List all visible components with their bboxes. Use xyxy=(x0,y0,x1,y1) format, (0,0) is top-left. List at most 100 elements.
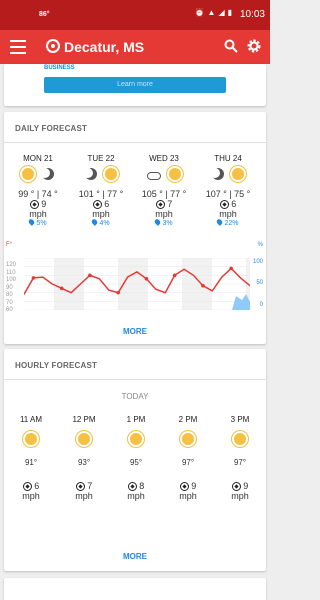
precip-chance: 4% xyxy=(99,220,110,228)
day-column[interactable]: MON 21 99 ° | 74 ° 9 mph 5% xyxy=(8,154,68,227)
promo-card: BUSINESS Learn more xyxy=(4,64,266,106)
hourly-forecast-card: HOURLY FORECAST TODAY 11 AM 91° 6 mph 12… xyxy=(4,349,266,571)
wind-direction-icon xyxy=(219,200,229,210)
wind-direction-icon xyxy=(92,200,102,210)
wind-unit: mph xyxy=(92,209,110,220)
day-name: THU 24 xyxy=(214,154,242,163)
hour-temp: 97° xyxy=(181,458,195,467)
wifi-icon: ◢ xyxy=(218,8,225,17)
y-axis-labels: 120 110 100 90 80 70 60 xyxy=(6,262,16,315)
hour-column[interactable]: 3 PM 97° 9 mph xyxy=(216,415,264,501)
daily-more-button[interactable]: MORE xyxy=(4,327,266,336)
hour-temp: 91° xyxy=(24,458,38,467)
hour-column[interactable]: 2 PM 97° 9 mph xyxy=(164,415,212,501)
wind-unit: mph xyxy=(219,209,237,220)
hour-column[interactable]: 1 PM 95° 8 mph xyxy=(112,415,160,501)
partly-sunny-icon xyxy=(232,168,245,180)
temperature-point xyxy=(144,277,149,281)
sunny-icon xyxy=(234,433,246,445)
location-title[interactable]: Decatur, MS xyxy=(64,39,144,55)
wind-direction-icon xyxy=(127,482,137,492)
status-icons: ⏰ ▲ ◢ ▮ xyxy=(195,8,232,17)
temperature-point xyxy=(88,273,92,278)
hour-column[interactable]: 12 PM 93° 7 mph xyxy=(60,415,108,501)
daily-temperature-graph xyxy=(24,258,250,310)
temperature-point xyxy=(116,290,120,295)
status-time: 10:03 xyxy=(239,9,265,20)
hour-temp: 97° xyxy=(233,458,247,467)
day-temps: 107 ° | 75 ° xyxy=(205,189,251,199)
hourly-forecast-title: HOURLY FORECAST xyxy=(15,361,98,370)
wind-direction-icon xyxy=(29,200,39,210)
wind-speed: 9 xyxy=(41,199,47,209)
signal-icon: ▲ xyxy=(207,8,216,17)
battery-icon: ▮ xyxy=(227,8,232,17)
y-tick: 120 xyxy=(6,262,17,268)
hour-time: 2 PM xyxy=(178,415,198,424)
wind-direction-icon xyxy=(231,482,241,492)
sunny-icon xyxy=(182,433,194,445)
sunny-icon xyxy=(21,168,34,180)
hour-temp: 93° xyxy=(77,458,91,467)
day-column[interactable]: WED 23 105 ° | 77 ° 7 mph 3% xyxy=(134,154,194,227)
daily-forecast-card: DAILY FORECAST MON 21 99 ° | 74 ° 9 mph … xyxy=(4,112,266,344)
wind-unit: mph xyxy=(155,209,173,220)
sunny-icon xyxy=(130,433,142,445)
day-temps: 99 ° | 74 ° xyxy=(18,189,58,199)
y-tick: 70 xyxy=(6,299,13,306)
wind-speed: 6 xyxy=(104,199,110,209)
wind-direction-icon xyxy=(179,482,189,492)
wind-unit: mph xyxy=(22,491,40,502)
percent-label: % xyxy=(257,242,263,248)
wind-unit: mph xyxy=(179,491,197,502)
promo-tag: BUSINESS xyxy=(44,65,75,71)
wind-speed: 7 xyxy=(87,481,93,491)
temperature-point xyxy=(59,286,64,291)
right-tick-50: 50 xyxy=(256,280,263,286)
divider xyxy=(4,142,266,143)
day-name: WED 23 xyxy=(149,154,179,163)
precip-chance: 5% xyxy=(36,220,47,228)
wind-speed: 9 xyxy=(243,481,249,491)
gear-icon[interactable] xyxy=(246,38,262,54)
raindrop-icon xyxy=(91,218,99,227)
today-label: TODAY xyxy=(121,392,149,401)
cloudy-night-icon xyxy=(146,172,161,180)
app-bar: Decatur, MS xyxy=(0,30,270,64)
y-tick: 60 xyxy=(6,307,13,313)
location-icon[interactable] xyxy=(46,39,60,53)
status-temperature: 86° xyxy=(39,11,50,18)
next-card xyxy=(4,578,266,600)
raindrop-icon xyxy=(154,218,162,227)
wind-speed: 8 xyxy=(139,481,145,491)
moon-icon xyxy=(85,168,97,180)
hour-column[interactable]: 11 AM 91° 6 mph xyxy=(7,415,55,501)
search-icon[interactable] xyxy=(224,39,238,53)
partly-sunny-icon xyxy=(105,168,118,180)
moon-icon xyxy=(212,168,224,180)
temperature-point xyxy=(201,283,205,288)
raindrop-icon xyxy=(28,218,36,227)
menu-icon[interactable] xyxy=(10,40,26,54)
hourly-more-button[interactable]: MORE xyxy=(4,552,266,561)
partly-sunny-icon xyxy=(169,168,182,180)
precip-chance: 22% xyxy=(224,220,239,228)
learn-more-button[interactable]: Learn more xyxy=(44,77,226,93)
y-tick: 90 xyxy=(6,284,13,291)
moon-icon xyxy=(42,168,54,180)
day-name: MON 21 xyxy=(23,154,53,163)
alarm-icon: ⏰ xyxy=(194,8,205,17)
day-temps: 105 ° | 77 ° xyxy=(141,189,187,199)
day-column[interactable]: THU 24 107 ° | 75 ° 6 mph 22% xyxy=(198,154,258,227)
day-temps: 101 ° | 77 ° xyxy=(78,189,124,199)
wind-direction-icon xyxy=(155,200,165,210)
day-column[interactable]: TUE 22 101 ° | 77 ° 6 mph 4% xyxy=(71,154,131,227)
wind-speed: 6 xyxy=(231,199,237,209)
divider xyxy=(4,379,266,380)
sunny-icon xyxy=(25,433,37,445)
day-name: TUE 22 xyxy=(87,154,115,163)
raindrop-icon xyxy=(216,218,224,227)
hour-temp: 95° xyxy=(129,458,143,467)
wind-direction-icon xyxy=(75,482,85,492)
wind-unit: mph xyxy=(75,491,93,502)
